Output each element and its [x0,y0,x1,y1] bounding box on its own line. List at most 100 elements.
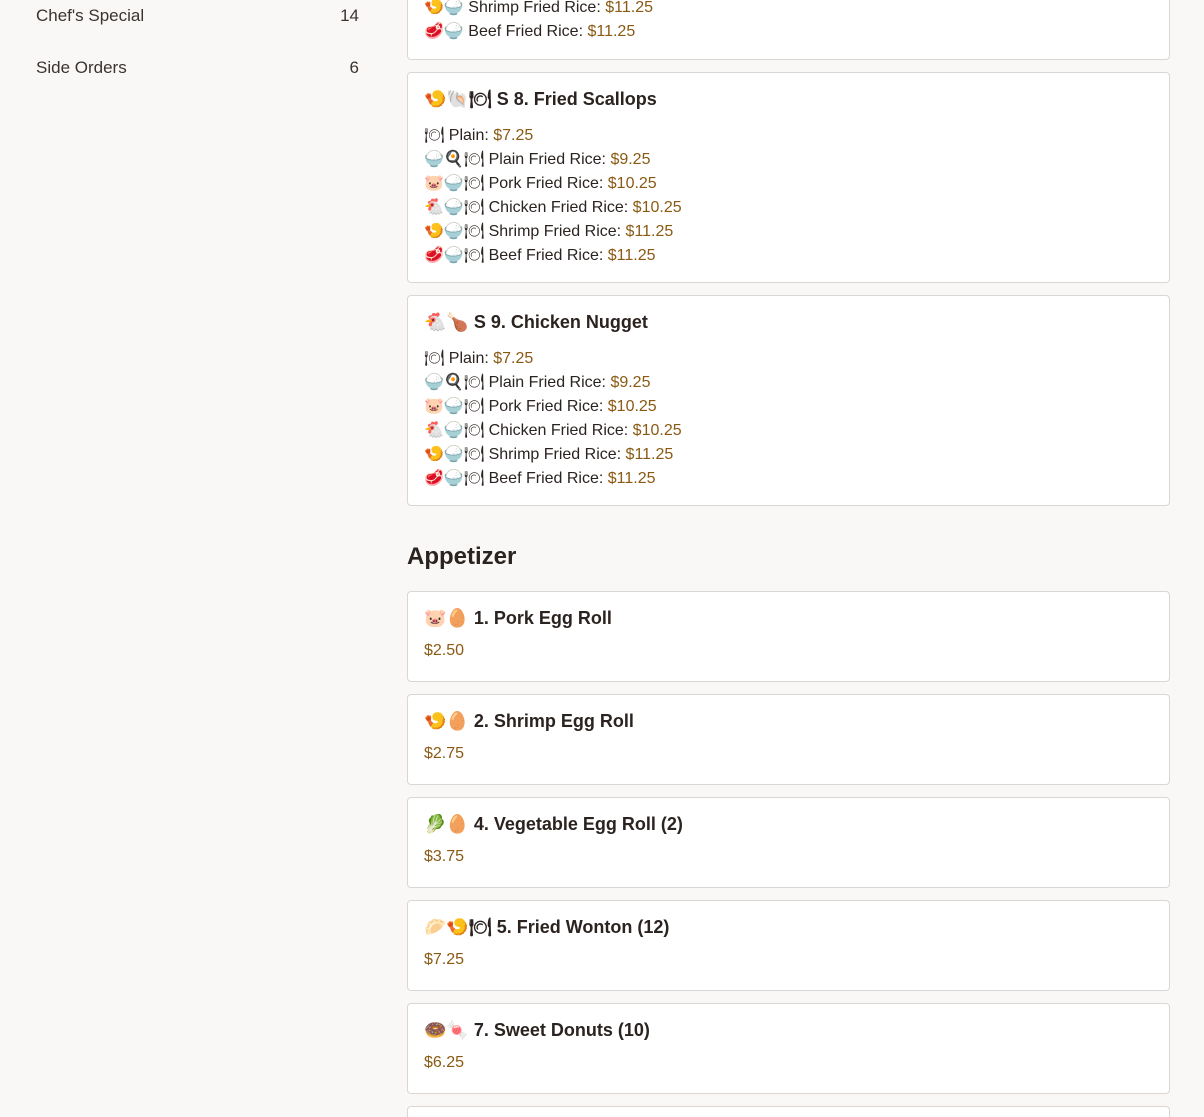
item-name: 7. Sweet Donuts (10) [473,1020,650,1040]
menu-item-card[interactable]: 🥬🥚 4. Vegetable Egg Roll (2) $3.75 [407,797,1170,888]
price-option: 🐔🍚🍽 Chicken Fried Rice: $10.25 [424,197,682,217]
price-option: 🍤🍚🍽 Shrimp Fried Rice: $11.25 [424,444,673,464]
option-label: Plain: [448,350,489,367]
option-label: Pork Fried Rice: [488,175,604,192]
option-price: $9.25 [610,374,651,391]
sidebar-item-count: 6 [349,58,359,77]
price-option: 🍽 Plain: $7.25 [424,348,533,368]
shrimp-rice-icon: 🍤🍚 [424,0,464,16]
menu-item-card[interactable]: 🥟🍤🍽 5. Fried Wonton (12) $7.25 [407,900,1170,991]
option-price: $11.25 [607,470,656,487]
option-label: Chicken Fried Rice: [488,199,629,216]
beef-rice-icon: 🥩🍚 [424,21,464,40]
option-label: Beef Fried Rice: [468,23,584,40]
menu-item-card[interactable]: 🍤🐚🍽 S 8. Fried Scallops 🍽 Plain: $7.25 🍚… [407,72,1170,283]
plate-icon: 🍽 [424,348,445,367]
item-title: 🍤🐚🍽 S 8. Fried Scallops [424,89,657,110]
menu-item-card[interactable]: 🍩🍬 7. Sweet Donuts (10) $6.25 [407,1003,1170,1094]
item-name: S 8. Fried Scallops [496,89,657,109]
option-label: Beef Fried Rice: [488,470,604,487]
option-label: Shrimp Fried Rice: [468,0,601,16]
beef-rice-icon: 🥩🍚🍽 [424,468,485,487]
item-title: 🥬🥚 4. Vegetable Egg Roll (2) [424,814,683,835]
option-price: $11.25 [607,247,656,264]
sidebar-item-count: 14 [340,6,359,25]
vegetable-egg-roll-icon: 🥬🥚 [424,814,469,835]
option-price: $11.25 [625,223,674,240]
plain-rice-icon: 🍚🍳🍽 [424,149,485,168]
egg-roll-icon: 🐷🥚 [424,608,469,629]
option-price: $11.25 [605,0,653,16]
scallops-icon: 🍤🐚🍽 [424,89,492,110]
menu-item-card[interactable]: 🍤🍚 Shrimp Fried Rice: $11.25 🥩🍚 Beef Fri… [407,0,1170,60]
category-sidebar: Chef's Special 14 Side Orders 6 [0,0,390,1117]
option-price: $11.25 [587,23,636,40]
item-title: 🍩🍬 7. Sweet Donuts (10) [424,1020,650,1041]
section-title-appetizer: Appetizer [407,543,517,570]
item-price: $3.75 [424,848,465,865]
option-price: $10.25 [632,422,682,439]
item-price: $7.25 [424,951,465,968]
item-price: $6.25 [424,1054,465,1071]
shrimp-rice-icon: 🍤🍚🍽 [424,221,485,240]
wonton-icon: 🥟🍤🍽 [424,917,492,938]
option-price: $7.25 [493,350,534,367]
sidebar-item-side-orders[interactable]: Side Orders 6 [36,52,359,84]
price-option: 🐔🍚🍽 Chicken Fried Rice: $10.25 [424,420,682,440]
item-name: 4. Vegetable Egg Roll (2) [473,814,683,834]
item-name: 5. Fried Wonton (12) [496,917,670,937]
price-option: 🐷🍚🍽 Pork Fried Rice: $10.25 [424,173,657,193]
menu-item-card[interactable] [407,1106,1170,1117]
item-name: 1. Pork Egg Roll [473,608,612,628]
item-title: 🍤🥚 2. Shrimp Egg Roll [424,711,634,732]
sidebar-item-chefs-special[interactable]: Chef's Special 14 [36,0,359,32]
item-title: 🐔🍗 S 9. Chicken Nugget [424,312,648,333]
sidebar-item-label: Chef's Special [36,6,145,25]
option-price: $10.25 [632,199,682,216]
price-option: 🥩🍚 Beef Fried Rice: $11.25 [424,21,635,41]
item-title: 🥟🍤🍽 5. Fried Wonton (12) [424,917,669,938]
item-name: 2. Shrimp Egg Roll [473,711,634,731]
option-label: Shrimp Fried Rice: [488,223,622,240]
menu-item-card[interactable]: 🐔🍗 S 9. Chicken Nugget 🍽 Plain: $7.25 🍚🍳… [407,295,1170,506]
item-name: S 9. Chicken Nugget [473,312,648,332]
option-label: Beef Fried Rice: [488,247,604,264]
menu-item-card[interactable]: 🍤🥚 2. Shrimp Egg Roll $2.75 [407,694,1170,785]
option-price: $9.25 [610,151,651,168]
option-price: $7.25 [493,127,534,144]
option-label: Chicken Fried Rice: [488,422,629,439]
chicken-rice-icon: 🐔🍚🍽 [424,420,485,439]
price-option: 🐷🍚🍽 Pork Fried Rice: $10.25 [424,396,657,416]
plate-icon: 🍽 [424,125,445,144]
item-price: $2.50 [424,642,465,659]
donut-icon: 🍩🍬 [424,1020,469,1041]
price-option: 🍤🍚🍽 Shrimp Fried Rice: $11.25 [424,221,673,241]
price-option: 🥩🍚🍽 Beef Fried Rice: $11.25 [424,245,656,265]
pork-rice-icon: 🐷🍚🍽 [424,396,485,415]
pork-rice-icon: 🐷🍚🍽 [424,173,485,192]
sidebar-item-label: Side Orders [36,58,127,77]
price-option: 🍤🍚 Shrimp Fried Rice: $11.25 [424,0,653,17]
price-option: 🥩🍚🍽 Beef Fried Rice: $11.25 [424,468,656,488]
shrimp-egg-roll-icon: 🍤🥚 [424,711,469,732]
option-price: $11.25 [625,446,674,463]
shrimp-rice-icon: 🍤🍚🍽 [424,444,485,463]
item-price: $2.75 [424,745,465,762]
option-label: Plain Fried Rice: [488,374,606,391]
option-label: Plain Fried Rice: [488,151,606,168]
plain-rice-icon: 🍚🍳🍽 [424,372,485,391]
price-option: 🍚🍳🍽 Plain Fried Rice: $9.25 [424,372,650,392]
option-label: Shrimp Fried Rice: [488,446,622,463]
menu-page: Chef's Special 14 Side Orders 6 🍤🍚 Shrim… [0,0,1204,1117]
option-label: Plain: [448,127,489,144]
chicken-rice-icon: 🐔🍚🍽 [424,197,485,216]
price-option: 🍽 Plain: $7.25 [424,125,533,145]
price-option: 🍚🍳🍽 Plain Fried Rice: $9.25 [424,149,650,169]
option-label: Pork Fried Rice: [488,398,604,415]
chicken-icon: 🐔🍗 [424,312,469,333]
option-price: $10.25 [607,175,657,192]
menu-content: 🍤🍚 Shrimp Fried Rice: $11.25 🥩🍚 Beef Fri… [407,0,1172,1117]
beef-rice-icon: 🥩🍚🍽 [424,245,485,264]
option-price: $10.25 [607,398,657,415]
menu-item-card[interactable]: 🐷🥚 1. Pork Egg Roll $2.50 [407,591,1170,682]
